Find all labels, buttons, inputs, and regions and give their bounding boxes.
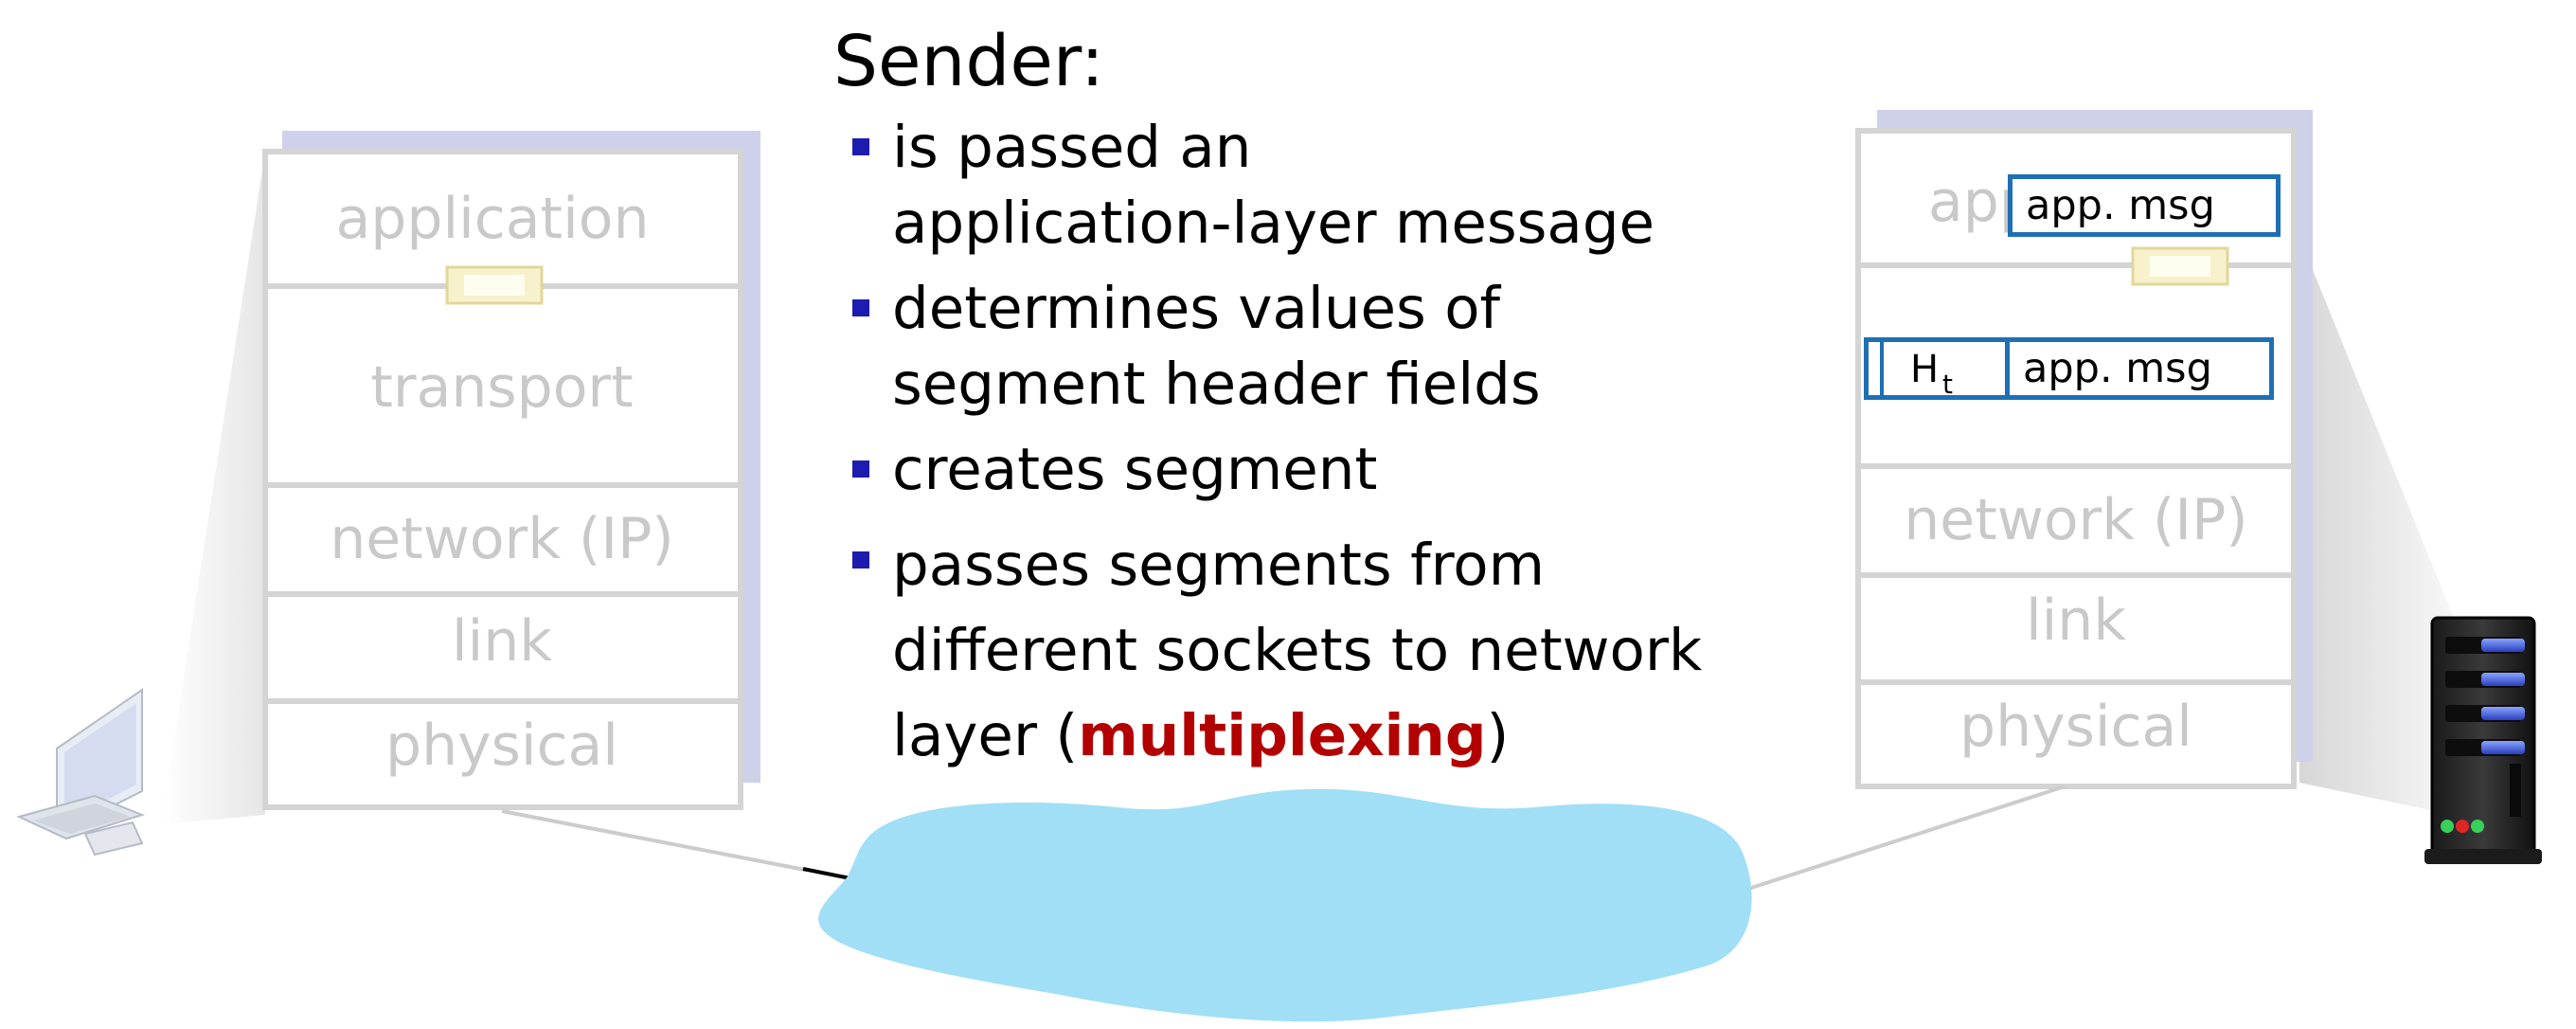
bullet-square-icon [852,551,869,569]
bullet-2-line-2: segment header fields [892,351,1541,418]
left-layer-physical: physical [385,713,618,779]
left-socket-icon [445,265,544,305]
left-layer-link: link [451,608,553,675]
bullet-1-line-1: is passed an [892,114,1252,181]
right-socket-icon [2131,246,2229,286]
right-layer-physical: physical [1959,694,2192,760]
left-host-beam [161,152,265,824]
left-layer-network: network (IP) [330,506,674,572]
right-layer-link: link [2025,587,2127,654]
bullet-4-line-3-post: ) [1486,702,1510,769]
bullet-creates-segment: creates segment [833,432,1799,508]
bullet-header-fields: determines values of segment header fiel… [833,271,1799,423]
app-msg-label: app. msg [2026,182,2215,229]
multiplexing-emphasis: multiplexing [1078,702,1487,769]
right-link-line [1742,785,2066,893]
server-tower-icon [2424,616,2542,864]
app-msg-box-top: app. msg [2008,174,2281,237]
bullet-3-text: creates segment [892,436,1378,503]
header-divider [1880,337,1884,400]
bullet-2-line-1: determines values of [892,275,1501,342]
sender-panel: Sender: is passed an application-layer m… [833,19,1799,788]
transport-header-box: H t [1864,337,2010,400]
bullet-4-line-1: passes segments from [892,532,1546,599]
bullet-passed-message: is passed an application-layer message [833,110,1799,262]
network-cloud-icon [818,788,1752,1022]
right-host-beam [2299,237,2453,815]
bullet-1-line-2: application-layer message [892,190,1655,257]
right-layer-network: network (IP) [1904,487,2248,553]
header-label: H [1910,348,1940,391]
bullet-square-icon [852,138,869,155]
left-layer-transport: transport [370,354,634,421]
sender-title: Sender: [833,21,1104,102]
bullet-square-icon [852,299,869,316]
bullet-4-line-2: different sockets to network [892,617,1703,684]
left-link-line [501,809,806,872]
segment-payload-label: app. msg [2023,345,2212,392]
left-layer-application: application [335,186,650,252]
app-msg-box-segment: app. msg [2005,337,2274,400]
desktop-computer-icon [16,688,145,857]
header-subscript: t [1942,369,1953,400]
bullet-square-icon [852,460,869,478]
bullet-4-line-3-pre: layer ( [892,702,1079,769]
sender-bullet-list: is passed an application-layer message d… [833,110,1799,779]
bullet-multiplexing: passes segments from different sockets t… [833,523,1799,779]
